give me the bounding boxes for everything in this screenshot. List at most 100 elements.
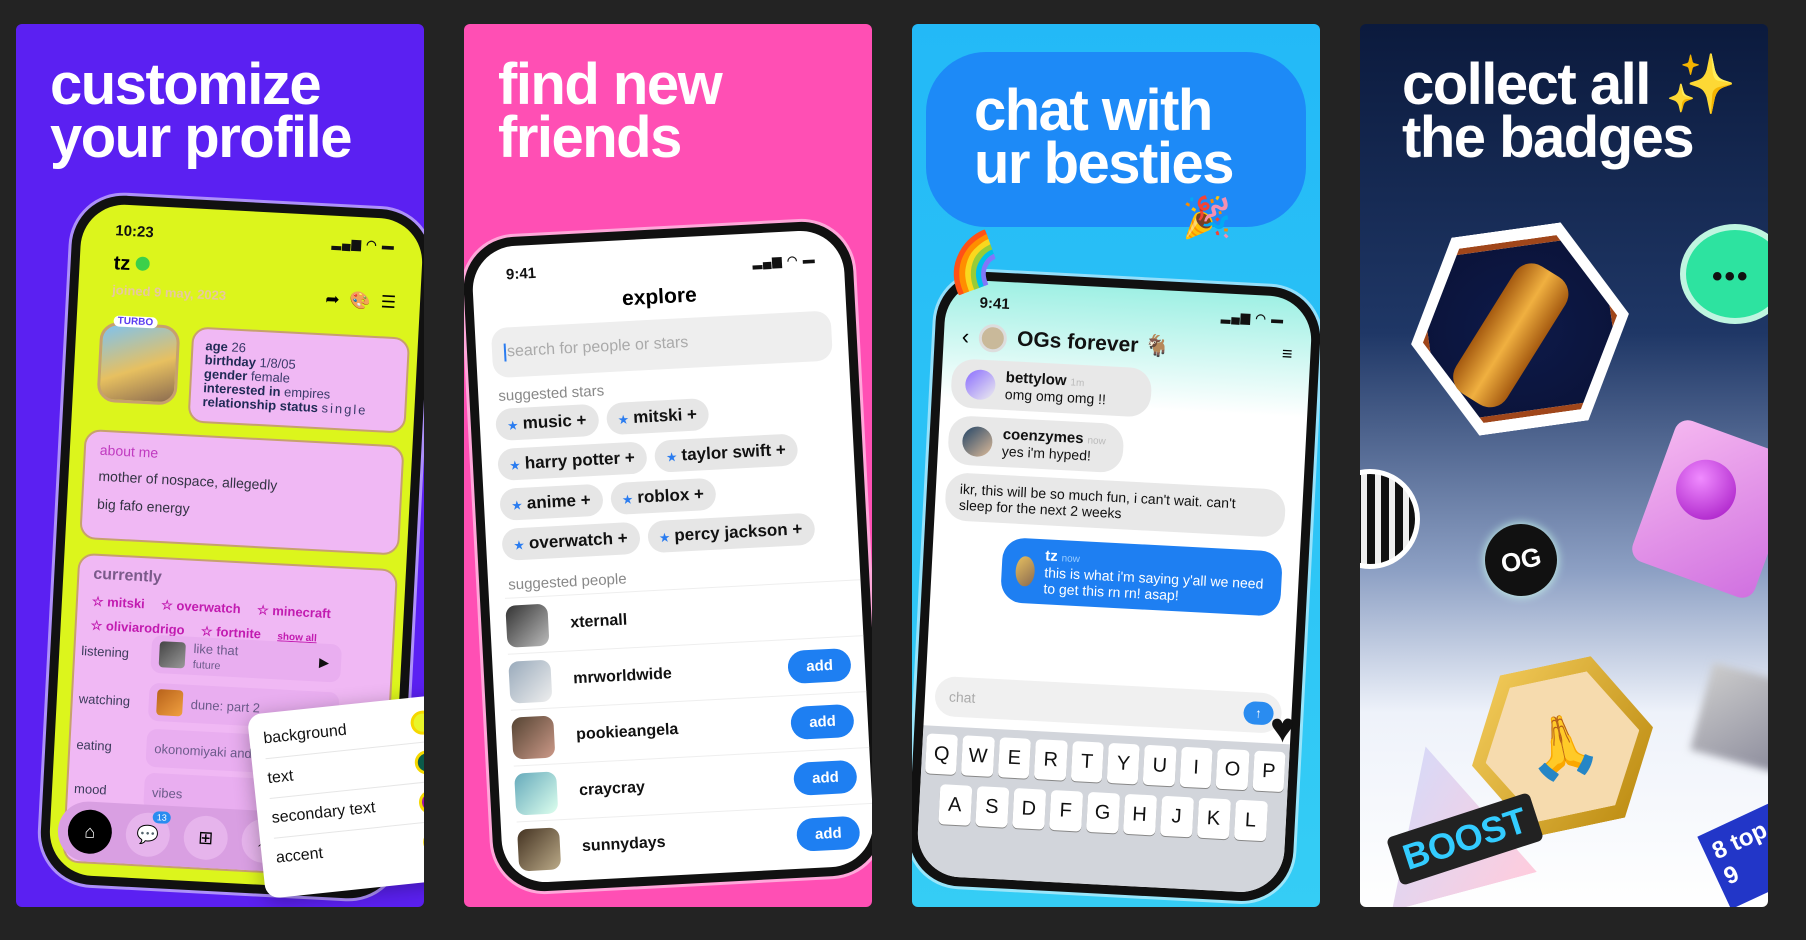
key-a[interactable]: A <box>937 784 972 826</box>
keyboard: QWERTYUIOP ASDFGHJKL <box>915 725 1290 895</box>
status-time: 9:41 <box>505 264 537 284</box>
og-badge[interactable]: OG <box>1478 517 1564 603</box>
star-chip[interactable]: ★ mitski + <box>605 397 710 436</box>
activity-mood: mood vibes <box>74 772 335 821</box>
jail-badge[interactable] <box>1360 469 1420 569</box>
status-icons: ▂▄▆ ◠ ▬ <box>752 251 816 269</box>
avatar <box>505 603 550 648</box>
about-card: about me mother of nospace, allegedly bi… <box>79 428 405 556</box>
joined-date: joined 9 may, 2023 <box>111 282 227 304</box>
key-i[interactable]: I <box>1179 746 1213 789</box>
star-chip[interactable]: ☆ overwatch <box>161 597 241 617</box>
star-chips: ★ music + ★ mitski + ★ harry potter + ★ tayl… <box>479 390 858 561</box>
back-icon[interactable]: ‹ <box>961 324 970 350</box>
turbo-badge: TURBO <box>113 315 158 329</box>
share-icon[interactable]: ➦ <box>325 289 340 310</box>
panel-find-friends: find new friends 9:41 ▂▄▆ ◠ ▬ explore sea… <box>464 24 872 907</box>
message: coenzymes now yes i'm hyped! <box>947 415 1125 474</box>
key-f[interactable]: F <box>1048 789 1083 832</box>
key-r[interactable]: R <box>1033 739 1068 781</box>
play-icon[interactable]: ▶ <box>319 655 330 672</box>
info-card: age 26 birthday 1/8/05 gender female int… <box>187 326 411 434</box>
key-q[interactable]: Q <box>924 733 959 775</box>
star-chip[interactable]: ★ percy jackson + <box>646 512 816 554</box>
party-popper-icon: 🎉 <box>1182 196 1232 240</box>
key-l[interactable]: L <box>1233 799 1268 842</box>
star-chip[interactable]: ★ overwatch + <box>501 521 641 561</box>
top-badge[interactable]: 8 top 9 <box>1697 798 1768 907</box>
add-button[interactable]: add <box>790 703 855 741</box>
key-j[interactable]: J <box>1159 795 1194 838</box>
key-t[interactable]: T <box>1070 741 1104 783</box>
username: tz <box>113 252 151 277</box>
chat-input[interactable]: chat ↑ <box>933 675 1283 734</box>
color-swatch <box>413 748 424 776</box>
key-s[interactable]: S <box>974 786 1009 828</box>
star-chip[interactable]: ★ anime + <box>499 483 604 521</box>
headline: find new friends <box>498 52 723 171</box>
key-e[interactable]: E <box>997 737 1032 779</box>
key-y[interactable]: Y <box>1106 742 1141 785</box>
search-input[interactable]: search for people or stars <box>490 310 833 379</box>
star-chip[interactable]: ★ harry potter + <box>497 441 648 482</box>
online-dot <box>135 256 151 272</box>
about-line: big fafo energy <box>96 495 190 517</box>
avatar <box>514 770 559 816</box>
activity-eating: eating okonomiyaki and s <box>76 728 338 777</box>
telescope-badge[interactable] <box>1397 215 1643 444</box>
color-swatch <box>409 708 424 736</box>
chat-icon[interactable]: 💬 13 <box>124 811 172 858</box>
star-chip[interactable]: ☆ minecraft <box>257 602 331 622</box>
panel-badges: collect all ✨ the badges ••• OG 🙏 BOOST … <box>1360 24 1768 907</box>
avatar[interactable]: TURBO <box>96 315 181 406</box>
add-button[interactable]: add <box>787 647 852 685</box>
about-title: about me <box>99 441 159 461</box>
speech-bubble-badge[interactable]: ••• <box>1680 224 1768 324</box>
my-message: tz now this is what i'm saying y'all we ne… <box>1000 537 1284 617</box>
blurred-badge <box>1690 662 1768 776</box>
activity-watching: watching dune: part 2 <box>78 682 340 731</box>
menu-icon[interactable]: ☰ <box>380 292 396 313</box>
status-time: 9:41 <box>979 294 1011 314</box>
color-swatch <box>417 788 424 815</box>
key-h[interactable]: H <box>1122 793 1157 836</box>
star-chip[interactable]: ☆ mitski <box>92 594 146 613</box>
status-icons: ▂▄▆ ◠ ▬ <box>331 235 396 253</box>
message: ikr, this will be so much fun, i can't w… <box>944 472 1287 538</box>
add-button[interactable]: add <box>796 815 861 852</box>
avatar <box>517 826 562 871</box>
key-k[interactable]: K <box>1196 797 1231 840</box>
status-time: 10:23 <box>114 222 155 242</box>
avatar <box>508 659 553 704</box>
chat-title: OGs forever 🐐 <box>1016 327 1171 359</box>
album-thumb <box>158 641 186 669</box>
palette-icon[interactable]: 🎨 <box>349 291 371 312</box>
headline: customize your profile <box>50 52 353 171</box>
key-u[interactable]: U <box>1143 744 1177 787</box>
whisper-badge[interactable] <box>1628 416 1768 602</box>
key-g[interactable]: G <box>1085 791 1120 834</box>
theme-picker: background text secondary text accent <box>246 694 424 899</box>
home-icon[interactable]: ⌂ <box>66 808 114 855</box>
star-chip[interactable]: ★ roblox + <box>609 477 717 516</box>
star-chip[interactable]: ★ taylor swift + <box>653 433 799 473</box>
panel-chat: chat with ur besties 🎉 🌈 ♥ 9:41 ▂▄▆ ◠ ▬ ‹… <box>912 24 1320 907</box>
unread-badge: 13 <box>152 811 172 824</box>
headline: collect all ✨ the badges <box>1402 52 1737 171</box>
add-button[interactable]: add <box>793 759 858 796</box>
add-icon[interactable]: ⊞ <box>182 814 229 861</box>
movie-thumb <box>156 689 184 717</box>
phone-chat: 9:41 ▂▄▆ ◠ ▬ ‹ OGs forever 🐐 ≡ bettylow 1m… <box>912 269 1320 904</box>
color-swatch <box>421 828 424 856</box>
message: bettylow 1m omg omg omg !! <box>950 358 1153 418</box>
avatar <box>511 714 556 760</box>
key-p[interactable]: P <box>1252 750 1286 793</box>
key-o[interactable]: O <box>1215 748 1250 791</box>
key-d[interactable]: D <box>1011 788 1046 830</box>
key-w[interactable]: W <box>961 735 995 777</box>
phone-explore: 9:41 ▂▄▆ ◠ ▬ explore search for people or… <box>464 219 872 894</box>
menu-icon[interactable]: ≡ <box>1281 343 1293 365</box>
group-avatar <box>978 323 1008 354</box>
star-chip[interactable]: ★ music + <box>495 403 600 442</box>
heart-icon: ♥ <box>1270 704 1295 751</box>
